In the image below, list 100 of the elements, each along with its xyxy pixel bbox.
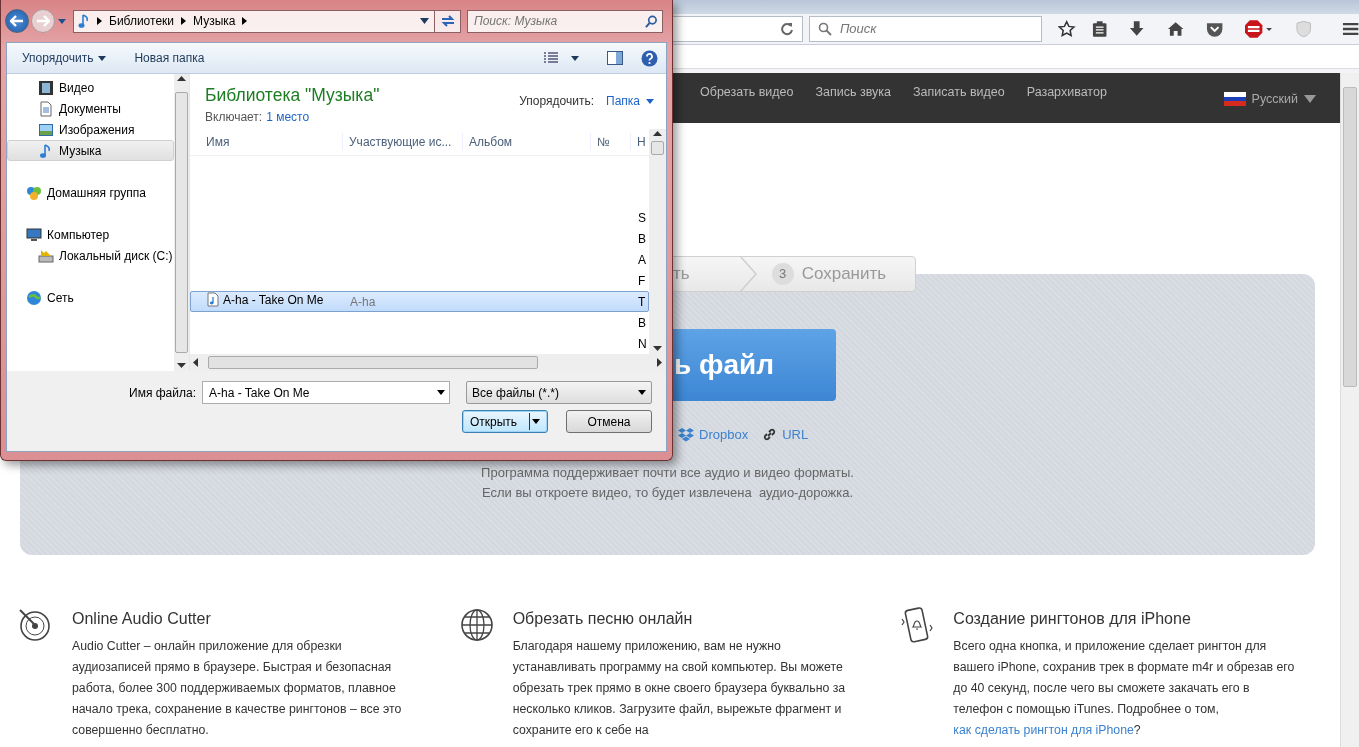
nav-item[interactable]: Документы: [7, 98, 174, 119]
back-button[interactable]: [5, 9, 29, 33]
column-header[interactable]: Имя: [200, 133, 343, 151]
nav-link[interactable]: Обрезать видео: [700, 83, 794, 102]
toolbar-button[interactable]: Упорядочить: [15, 46, 114, 70]
nav-item[interactable]: Сеть: [7, 287, 174, 308]
caret-icon: [646, 98, 654, 104]
file-name-field[interactable]: A-ha - Take On Me: [202, 381, 450, 404]
picture-icon: [38, 121, 54, 138]
preview-pane-icon[interactable]: [607, 51, 623, 65]
search-field[interactable]: Поиск: Музыка: [467, 9, 663, 33]
refresh-button[interactable]: [435, 9, 461, 33]
file-row[interactable]: A: [190, 249, 649, 270]
scroll-down-icon[interactable]: [653, 346, 662, 352]
file-row[interactable]: F: [190, 270, 649, 291]
nav-item[interactable]: Музыка: [7, 140, 174, 161]
file-row[interactable]: A-ha - Take On Me A-ha T: [190, 291, 649, 312]
scroll-up-icon[interactable]: [176, 76, 186, 82]
nav-item[interactable]: Домашняя группа: [7, 182, 174, 203]
computer-icon: [26, 226, 42, 243]
table-cell: T: [638, 294, 646, 309]
scroll-up-icon[interactable]: [653, 131, 662, 137]
table-cell: S: [638, 210, 646, 225]
language-selector[interactable]: Русский: [1251, 90, 1298, 109]
reload-icon[interactable]: [779, 22, 794, 36]
table-cell: A: [638, 252, 646, 267]
locations-link[interactable]: 1 место: [266, 110, 310, 125]
page-scrollbar[interactable]: [1340, 73, 1359, 747]
column-header[interactable]: Участвующие ис...: [343, 133, 463, 151]
right-arrow-icon: [36, 15, 50, 27]
scroll-thumb[interactable]: [174, 92, 188, 353]
dialog-button[interactable]: Открыть: [462, 410, 548, 433]
music-note-icon: [78, 13, 90, 29]
nav-link[interactable]: Запись звука: [815, 83, 891, 102]
help-icon[interactable]: [641, 49, 658, 67]
feature-text: Благодаря нашему приложению, вам не нужно устанавливать программу на свой компьютер. Вы можете обрезать трек прямо в окне своего браузера буквально за несколько кликов. Загрузите файл, вырежьте фрагмент и сохраните его к себе на: [512, 638, 847, 740]
chevron-icon[interactable]: [96, 17, 103, 25]
library-title: Библиотека "Музыка": [205, 84, 380, 107]
nav-item[interactable]: Изображения: [7, 119, 174, 140]
table-cell: A-ha: [350, 294, 376, 309]
home-icon[interactable]: [1166, 21, 1184, 37]
clipboard-icon[interactable]: [1091, 20, 1108, 38]
caret-icon[interactable]: [571, 55, 579, 61]
column-header[interactable]: №: [591, 133, 631, 151]
column-header[interactable]: Альбом: [463, 133, 591, 151]
file-row[interactable]: B: [190, 228, 649, 249]
caret-icon: [532, 419, 541, 424]
table-cell: B: [638, 231, 646, 246]
forward-button[interactable]: [31, 9, 55, 33]
dropbox-icon: [678, 427, 694, 442]
globe-icon: [458, 607, 495, 643]
step-number: 3: [771, 263, 794, 285]
caret-icon[interactable]: [1304, 95, 1316, 104]
scroll-thumb[interactable]: [651, 141, 664, 155]
chevron-icon[interactable]: [241, 17, 249, 25]
horizontal-scrollbar[interactable]: [190, 354, 666, 371]
scroll-thumb[interactable]: [208, 356, 538, 369]
scroll-right-icon[interactable]: [657, 358, 663, 367]
refresh-icon: [439, 14, 456, 28]
feature-text: Всего одна кнопка, и приложение сделает рингтон для вашего iPhone, сохранив трек в формате m4r и обрезав его до 40 секунд, после чего вы сможете закачать его в телефон с помощью iTunes. Подробнее о том, как сделать рингтон для iPhone?: [953, 638, 1296, 740]
flag-icon: [1223, 92, 1246, 107]
scroll-left-icon[interactable]: [193, 358, 199, 367]
feature-link[interactable]: как сделать рингтон для iPhone: [953, 723, 1134, 738]
star-icon[interactable]: [1058, 20, 1076, 38]
history-caret-icon[interactable]: [57, 17, 67, 25]
scroll-down-icon[interactable]: [176, 363, 186, 369]
nav-item[interactable]: Видео: [7, 77, 174, 98]
film-icon: [38, 79, 54, 96]
nav-item[interactable]: Локальный диск (C:): [7, 245, 174, 266]
arrange-label: Упорядочить:: [519, 93, 594, 110]
pocket-icon[interactable]: [1206, 21, 1224, 37]
file-row[interactable]: S: [190, 207, 649, 228]
search-input[interactable]: Поиск: [837, 18, 1038, 40]
dialog-button[interactable]: Отмена: [566, 410, 652, 433]
file-type-dropdown[interactable]: Все файлы (*.*): [466, 381, 652, 404]
table-cell: F: [638, 273, 646, 288]
table-cell: B: [638, 315, 646, 330]
breadcrumb-item[interactable]: Музыка: [193, 12, 236, 30]
adblock-icon[interactable]: [1245, 20, 1275, 38]
breadcrumb-item[interactable]: Библиотеки: [109, 12, 174, 30]
link-icon: [762, 427, 778, 443]
arrange-dropdown[interactable]: Папка: [606, 92, 654, 110]
nav-item[interactable]: Компьютер: [7, 224, 174, 245]
file-name-label: Имя файла:: [129, 384, 196, 402]
caret-icon: [638, 390, 646, 395]
search-field[interactable]: Поиск: [808, 16, 1043, 42]
chevron-icon[interactable]: [180, 17, 187, 25]
view-options-icon[interactable]: [543, 52, 559, 64]
left-arrow-icon: [10, 15, 24, 27]
nav-link[interactable]: Разархиватор: [1026, 83, 1107, 102]
feature-title: Online Audio Cutter: [72, 609, 212, 629]
nav-link[interactable]: Записать видео: [913, 83, 1005, 102]
search-input[interactable]: Поиск: Музыка: [472, 11, 638, 31]
menu-icon[interactable]: [1341, 21, 1359, 37]
vertical-scrollbar[interactable]: [173, 74, 189, 371]
dropdown-caret-icon[interactable]: [420, 18, 429, 24]
download-icon[interactable]: [1129, 20, 1145, 38]
scroll-thumb[interactable]: [1343, 87, 1357, 387]
toolbar-button[interactable]: Новая папка: [127, 46, 212, 70]
vertical-scrollbar[interactable]: [649, 129, 666, 354]
